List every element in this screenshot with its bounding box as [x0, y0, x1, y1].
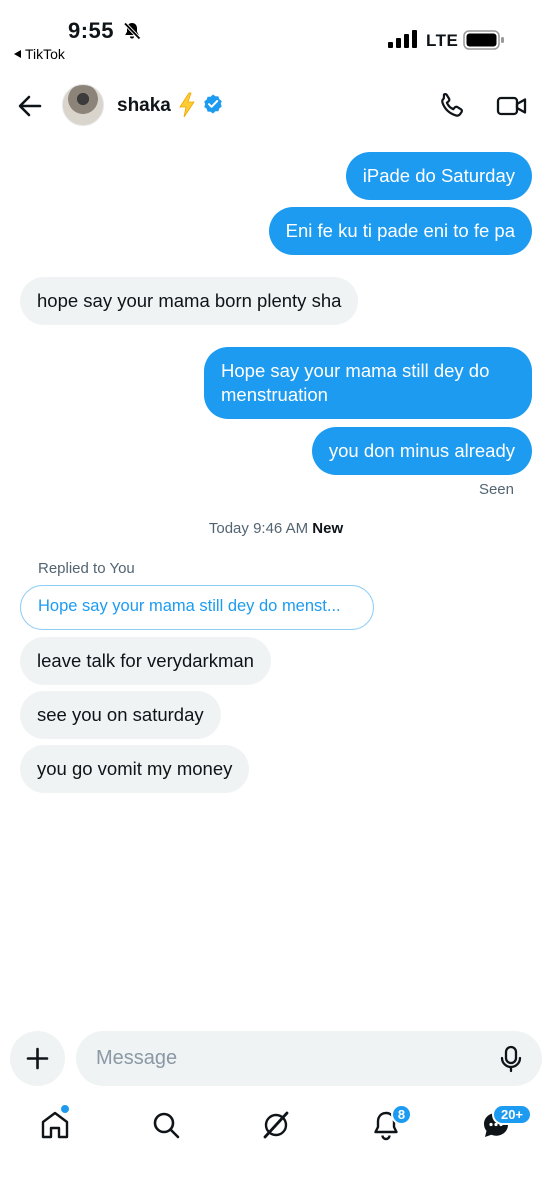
reply-quote[interactable]: Hope say your mama still dey do menst... — [20, 585, 374, 630]
plus-icon — [26, 1047, 49, 1070]
notifications-badge: 8 — [391, 1104, 412, 1125]
new-label: New — [312, 520, 344, 537]
message-bubble-outgoing[interactable]: you don minus already — [311, 427, 532, 475]
message-bubble-incoming[interactable]: you go vomit my money — [20, 745, 250, 793]
message-bubble-incoming[interactable]: see you on saturday — [20, 691, 221, 739]
back-triangle-icon — [14, 50, 21, 59]
message-bubble-outgoing[interactable]: Hope say your mama still dey do menstrua… — [204, 347, 532, 419]
messages-badge: 20+ — [492, 1104, 532, 1125]
status-time: 9:55 — [68, 18, 115, 43]
username[interactable]: shaka — [117, 95, 171, 117]
message-bubble-outgoing[interactable]: iPade do Saturday — [345, 152, 532, 200]
message-bubble-outgoing[interactable]: Eni fe ku ti pade eni to fe pa — [268, 207, 532, 255]
seen-receipt: Seen — [478, 481, 514, 498]
conversation-header: shaka — [0, 80, 552, 136]
verified-badge-icon — [204, 94, 222, 114]
message-bubble-incoming[interactable]: leave talk for verydarkman — [20, 637, 271, 685]
video-camera-icon[interactable] — [496, 91, 528, 121]
message-line: Hope say your mama still dey do — [221, 360, 490, 381]
microphone-icon[interactable] — [498, 1045, 524, 1073]
back-app-label: TikTok — [25, 46, 65, 62]
message-input[interactable] — [96, 1031, 496, 1086]
avatar[interactable] — [62, 84, 104, 126]
message-line: menstruation — [221, 384, 328, 405]
bell-muted-icon — [123, 22, 141, 40]
status-bar: 9:55 TikTok LTE — [0, 0, 552, 70]
message-bubble-incoming[interactable]: hope say your mama born plenty sha — [20, 277, 359, 325]
back-arrow-icon[interactable] — [16, 92, 44, 120]
grok-icon[interactable] — [259, 1108, 293, 1142]
message-field[interactable] — [76, 1031, 542, 1086]
phone-icon[interactable] — [437, 91, 467, 121]
date-divider: Today 9:46 AM New — [0, 520, 552, 537]
network-label: LTE — [426, 31, 459, 50]
divider-time: Today 9:46 AM — [208, 520, 309, 537]
lightning-bolt-icon — [179, 92, 195, 118]
cellular-signal-icon — [388, 30, 417, 48]
battery-icon — [463, 30, 504, 50]
replied-to-label: Replied to You — [38, 560, 135, 577]
back-to-app-link[interactable]: TikTok — [14, 46, 65, 62]
home-new-dot — [60, 1104, 70, 1114]
bottom-tab-bar — [0, 1100, 552, 1160]
search-icon[interactable] — [149, 1108, 183, 1142]
add-attachment-button[interactable] — [10, 1031, 65, 1086]
